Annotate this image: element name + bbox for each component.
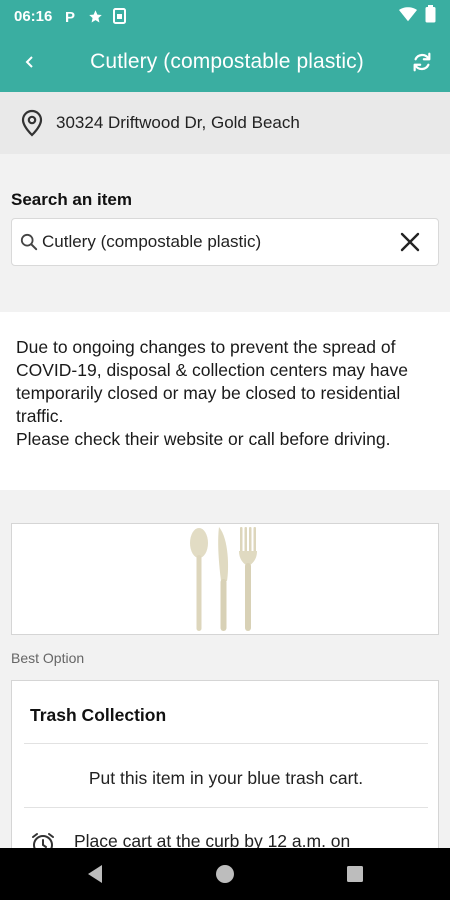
close-icon: [400, 232, 420, 252]
location-address: 30324 Driftwood Dr, Gold Beach: [56, 113, 300, 132]
chevron-left-icon: [25, 56, 33, 68]
wifi-icon: [399, 6, 417, 26]
parking-icon: P: [64, 8, 78, 24]
refresh-icon: [413, 52, 431, 72]
search-label: Search an item: [11, 190, 132, 209]
system-nav-bar: [0, 848, 450, 900]
search-icon: [18, 231, 40, 253]
best-option-card[interactable]: Trash Collection Put this item in your b…: [11, 680, 439, 848]
recents-square-icon: [347, 866, 363, 882]
nav-home-button[interactable]: [210, 859, 240, 889]
schedule-row: Place cart at the curb by 12 a.m. on: [30, 831, 350, 848]
location-bar[interactable]: 30324 Driftwood Dr, Gold Beach: [0, 92, 450, 154]
option-title: Trash Collection: [30, 705, 167, 725]
schedule-text: Place cart at the curb by 12 a.m. on: [74, 831, 351, 848]
battery-icon: [425, 5, 436, 27]
notice-text: Due to ongoing changes to prevent the sp…: [16, 337, 408, 449]
svg-text:P: P: [65, 9, 75, 24]
nav-recents-button[interactable]: [340, 859, 370, 889]
search-section: Search an item Cutlery (compostable plas…: [0, 154, 450, 312]
divider: [24, 743, 428, 744]
clear-search-button[interactable]: [382, 219, 438, 265]
covid-notice: Due to ongoing changes to prevent the sp…: [0, 312, 450, 490]
refresh-button[interactable]: [394, 32, 450, 92]
app-bar: Cutlery (compostable plastic): [0, 32, 450, 92]
sim-card-icon: [113, 8, 127, 24]
option-instruction: Put this item in your blue trash cart.: [88, 768, 364, 788]
status-bar: 06:16 P: [0, 0, 450, 32]
search-value[interactable]: Cutlery (compostable plastic): [42, 232, 382, 252]
item-content: Best Option Trash Collection Put this it…: [0, 490, 450, 848]
alarm-clock-icon: [32, 833, 54, 848]
back-button[interactable]: [0, 32, 60, 92]
best-option-label: Best Option: [11, 650, 85, 666]
search-input[interactable]: Cutlery (compostable plastic): [11, 218, 439, 266]
nav-back-button[interactable]: [80, 859, 110, 889]
back-triangle-icon: [88, 865, 102, 883]
star-icon: [88, 9, 103, 24]
status-time: 06:16: [14, 7, 53, 25]
home-circle-icon: [216, 865, 234, 883]
location-pin-icon: [18, 109, 46, 137]
cutlery-image: [190, 527, 257, 631]
page-title: Cutlery (compostable plastic): [90, 50, 364, 73]
divider: [24, 807, 428, 808]
item-image-card: [11, 523, 439, 635]
